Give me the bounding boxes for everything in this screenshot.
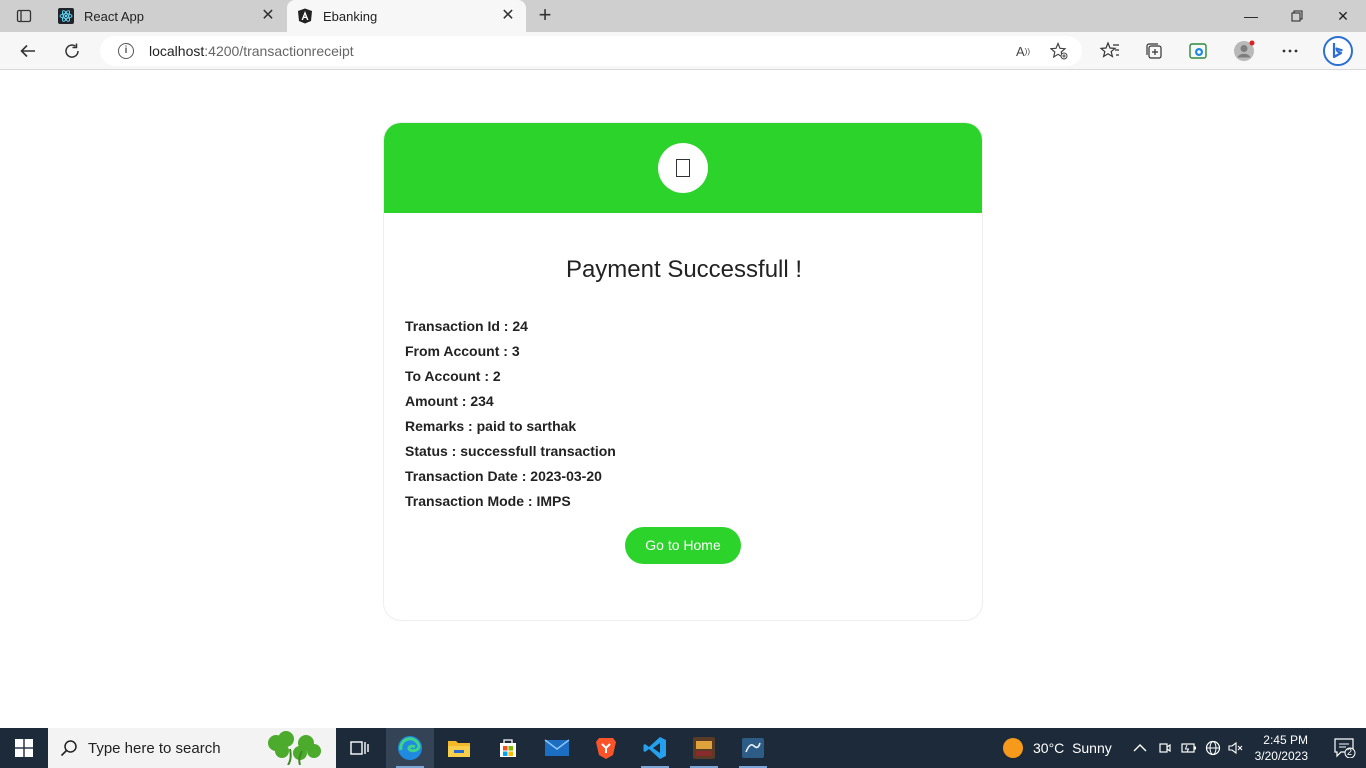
url-path: :4200/transactionreceipt xyxy=(204,43,354,59)
notification-center-icon[interactable]: 2 xyxy=(1334,738,1356,759)
tab-title: React App xyxy=(84,8,144,24)
clover-icon xyxy=(268,731,321,765)
tab-ebanking[interactable]: Ebanking ✕ xyxy=(287,0,526,32)
system-clock[interactable]: 2:45 PM 3/20/2023 xyxy=(1255,732,1308,764)
weather-condition: Sunny xyxy=(1072,740,1112,756)
success-check-icon xyxy=(658,143,708,193)
detail-label: To Account xyxy=(405,368,481,384)
react-icon xyxy=(58,8,74,24)
detail-value: 2023-03-20 xyxy=(530,468,602,484)
tab-actions-icon[interactable] xyxy=(10,6,38,26)
file-explorer-icon[interactable] xyxy=(435,728,483,768)
address-bar[interactable]: i localhost:4200/transactionreceipt A)) xyxy=(100,36,1082,66)
detail-to-account: To Account : 2 xyxy=(405,368,501,384)
detail-value: 3 xyxy=(511,343,520,359)
url-text: localhost:4200/transactionreceipt xyxy=(149,43,354,59)
detail-value: successfull transaction xyxy=(460,443,616,459)
tab-react-app[interactable]: React App ✕ xyxy=(48,0,286,32)
detail-label: Transaction Date xyxy=(405,468,518,484)
detail-from-account: From Account : 3 xyxy=(405,343,520,359)
detail-value: 2 xyxy=(492,368,501,384)
detail-transaction-mode: Transaction Mode : IMPS xyxy=(405,493,571,509)
taskbar-search-box[interactable]: Type here to search xyxy=(48,728,336,768)
show-hidden-icons-icon[interactable] xyxy=(1133,728,1147,768)
mail-icon[interactable] xyxy=(533,728,581,768)
mysql-workbench-icon[interactable] xyxy=(729,728,777,768)
sun-icon xyxy=(1003,738,1023,758)
missing-glyph-box xyxy=(676,159,690,177)
detail-value: IMPS xyxy=(536,493,571,509)
clock-date: 3/20/2023 xyxy=(1254,749,1308,763)
refresh-icon[interactable] xyxy=(59,38,85,64)
bing-chat-icon[interactable] xyxy=(1322,35,1354,67)
detail-label: From Account xyxy=(405,343,500,359)
tab-title: Ebanking xyxy=(323,8,378,24)
weather-widget[interactable]: 30°C Sunny xyxy=(1003,728,1112,768)
detail-label: Transaction Id xyxy=(405,318,500,334)
new-tab-icon[interactable]: + xyxy=(534,4,556,27)
detail-label: Status xyxy=(405,443,448,459)
go-to-home-button[interactable]: Go to Home xyxy=(625,527,741,564)
receipt-card: Payment Successfull ! Transaction Id : 2… xyxy=(383,122,983,621)
browser-tab-strip: React App ✕ Ebanking ✕ + — ✕ xyxy=(0,0,1366,32)
detail-transaction-id: Transaction Id : 24 xyxy=(405,318,528,334)
receipt-header xyxy=(384,123,982,213)
detail-status: Status : successfull transaction xyxy=(405,443,616,459)
network-globe-icon[interactable] xyxy=(1205,728,1221,768)
app-game-icon[interactable] xyxy=(680,728,728,768)
favorites-icon[interactable] xyxy=(1099,40,1121,62)
more-options-icon[interactable] xyxy=(1279,40,1301,62)
windows-taskbar: Type here to search 30°C Sunny 2:45 PM 3… xyxy=(0,728,1366,768)
search-icon xyxy=(60,740,77,757)
close-icon[interactable]: ✕ xyxy=(500,8,516,24)
url-host: localhost xyxy=(149,43,205,59)
clock-time: 2:45 PM xyxy=(1263,733,1308,747)
task-view-icon[interactable] xyxy=(336,728,384,768)
detail-label: Remarks xyxy=(405,418,465,434)
weather-temp: 30°C xyxy=(1033,740,1065,756)
window-controls: — ✕ xyxy=(1228,0,1366,32)
profile-avatar-icon[interactable] xyxy=(1233,40,1255,62)
detail-transaction-date: Transaction Date : 2023-03-20 xyxy=(405,468,602,484)
detail-value: paid to sarthak xyxy=(476,418,577,434)
vscode-icon[interactable] xyxy=(631,728,679,768)
search-placeholder: Type here to search xyxy=(88,740,221,757)
page-title: Payment Successfull ! xyxy=(565,256,803,283)
detail-amount: Amount : 234 xyxy=(405,393,494,409)
edge-extension-icon[interactable] xyxy=(1187,40,1209,62)
detail-value: 234 xyxy=(470,393,494,409)
site-info-icon[interactable]: i xyxy=(118,43,134,59)
back-arrow-icon[interactable] xyxy=(15,38,41,64)
transaction-details: Transaction Id : 24 From Account : 3 To … xyxy=(405,317,616,517)
read-aloud-icon[interactable]: A)) xyxy=(1013,41,1033,61)
brave-browser-icon[interactable] xyxy=(582,728,630,768)
detail-label: Transaction Mode xyxy=(405,493,525,509)
notification-count: 2 xyxy=(1347,747,1353,757)
close-icon[interactable]: ✕ xyxy=(260,8,276,24)
edge-taskbar-icon[interactable] xyxy=(386,728,434,768)
battery-icon[interactable] xyxy=(1181,728,1197,768)
volume-muted-icon[interactable] xyxy=(1228,728,1244,768)
add-favorite-icon[interactable] xyxy=(1049,41,1069,61)
restore-icon[interactable] xyxy=(1274,0,1320,32)
minimize-icon[interactable]: — xyxy=(1228,0,1274,32)
collections-icon[interactable] xyxy=(1143,40,1165,62)
browser-toolbar: i localhost:4200/transactionreceipt A)) xyxy=(0,32,1366,70)
meet-now-icon[interactable] xyxy=(1158,728,1172,768)
detail-label: Amount xyxy=(405,393,458,409)
detail-value: 24 xyxy=(512,318,528,334)
angular-icon xyxy=(297,8,313,24)
window-close-icon[interactable]: ✕ xyxy=(1320,0,1366,32)
microsoft-store-icon[interactable] xyxy=(484,728,532,768)
windows-start-icon[interactable] xyxy=(0,728,48,768)
detail-remarks: Remarks : paid to sarthak xyxy=(405,418,577,434)
